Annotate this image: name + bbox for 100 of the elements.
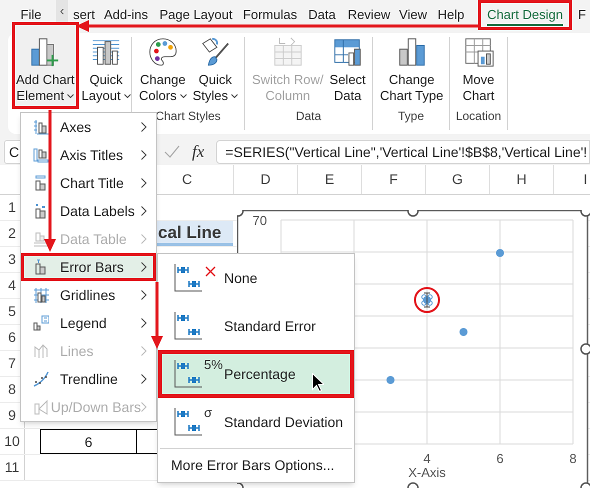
row-header[interactable]: 3 (8, 249, 16, 270)
ribbon-tab[interactable]: Chart Design (478, 0, 572, 30)
row-header[interactable]: 10 (4, 431, 20, 452)
menu-item[interactable]: Gridlines (21, 281, 156, 309)
resize-handle[interactable] (407, 482, 419, 488)
chevron-icon (141, 262, 147, 272)
ribbon-tab[interactable]: F (574, 0, 590, 30)
chevron-icon (141, 122, 147, 132)
row-header[interactable]: 6 (8, 327, 16, 348)
group-label: Type (398, 109, 424, 123)
resize-handle[interactable] (580, 482, 590, 488)
chevron-icon (141, 318, 147, 328)
table-arrows-icon (272, 36, 304, 68)
error-bars-icon (174, 264, 202, 292)
palette-icon (146, 36, 179, 68)
ribbon-button[interactable]: Move Chart (460, 33, 498, 107)
axis-title: X-Axis (408, 465, 446, 480)
ribbon-button[interactable]: Quick Styles (190, 33, 241, 107)
function-button[interactable]: fx (192, 139, 204, 165)
chart-icon (33, 399, 49, 415)
axis-tick-label: 4 (423, 451, 431, 466)
chart-icon (33, 147, 49, 163)
column-header[interactable]: C (182, 169, 192, 190)
group-label: Data (296, 109, 322, 123)
axis-tick-label: 70 (252, 213, 267, 228)
check-icon[interactable] (164, 145, 180, 159)
chart-icon (33, 119, 49, 135)
resize-handle[interactable] (580, 210, 590, 217)
selection-handles[interactable] (421, 292, 433, 308)
formula-field[interactable]: =SERIES("Vertical Line",'Vertical Line'!$B$8,'Vertical Line'! (216, 140, 590, 164)
group-label: Location (456, 109, 502, 123)
row-header[interactable]: 8 (8, 379, 16, 400)
axis-tick-label: 8 (569, 451, 577, 466)
chevron-icon (141, 402, 147, 412)
ribbon-button[interactable]: Change Chart Type (377, 33, 446, 107)
menu-item[interactable]: None (158, 254, 354, 302)
trendline-icon (33, 371, 49, 387)
caret-icon (124, 94, 131, 100)
chevron-icon (141, 374, 147, 384)
error-bars-icon (174, 360, 202, 388)
menu-item[interactable]: Axis Titles (21, 141, 156, 169)
ribbon-button[interactable]: Select Data (326, 33, 369, 107)
chart-icon (33, 287, 49, 303)
chevron-icon (141, 290, 147, 300)
row-header[interactable]: 5 (8, 301, 16, 322)
menu-item[interactable]: Trendline (21, 365, 156, 393)
chevron-icon (141, 150, 147, 160)
menu-item[interactable]: Axes (21, 113, 156, 141)
menu-item[interactable]: Error Bars (21, 253, 156, 281)
ribbon-tab[interactable]: Formulas (240, 0, 300, 30)
menu-item[interactable]: Data Labels (21, 197, 156, 225)
tab-scroll-button[interactable]: ‹ (56, 0, 68, 22)
table-cell: 6 (40, 429, 137, 454)
menu-item[interactable]: Standard Error (158, 302, 354, 350)
ribbon-tab[interactable]: Page Layout (152, 0, 240, 30)
row-header[interactable]: 2 (8, 223, 16, 244)
row-header[interactable]: 11 (4, 457, 20, 478)
ribbon-button[interactable]: Change Colors (136, 33, 190, 107)
resize-handle[interactable] (237, 210, 244, 217)
column-header[interactable]: I (584, 169, 588, 190)
ribbon-tab[interactable]: Help (432, 0, 470, 30)
axis-tick-label: 6 (496, 451, 504, 466)
ribbon-button[interactable]: Quick Layout (78, 33, 134, 107)
ribbon-button[interactable]: Add Chart Element (12, 22, 79, 109)
menu-item[interactable]: Chart Title (21, 169, 156, 197)
caret-icon (180, 94, 187, 100)
row-header[interactable]: 7 (8, 353, 16, 374)
row-header[interactable]: 1 (8, 197, 16, 218)
caret-icon (230, 94, 238, 100)
ribbon-tab[interactable]: Review (344, 0, 394, 30)
menu-item[interactable]: 5%Percentage (158, 350, 354, 398)
column-header[interactable]: E (324, 169, 334, 190)
resize-handle[interactable] (237, 482, 244, 488)
column-header[interactable]: D (260, 169, 271, 190)
chevron-icon (141, 346, 147, 356)
caret-icon (67, 94, 74, 100)
data-point[interactable] (423, 296, 431, 304)
menu-item[interactable]: More Error Bars Options... (171, 455, 354, 476)
error-bars-icon (174, 312, 202, 340)
row-header[interactable]: 9 (8, 405, 16, 426)
ribbon-tab[interactable]: Add-ins (100, 0, 152, 30)
column-header[interactable]: F (389, 169, 398, 190)
menu-item[interactable]: σ Standard Deviation (158, 398, 354, 446)
ribbon-tab[interactable]: View (394, 0, 432, 30)
icon-label: 5% (204, 357, 223, 373)
chevron-icon (141, 206, 147, 216)
row-header[interactable]: 4 (8, 275, 16, 296)
menu-item[interactable]: Legend (21, 309, 156, 337)
error-bars-icon (174, 408, 202, 436)
column-header[interactable]: H (516, 169, 527, 190)
lines-icon (33, 343, 49, 359)
icon-label: σ (204, 405, 212, 421)
ribbon-tab[interactable]: Data (300, 0, 344, 30)
column-header[interactable]: G (452, 169, 463, 190)
highlight-circle (414, 287, 440, 313)
resize-handle[interactable] (407, 210, 419, 217)
chart-icon (33, 315, 49, 331)
chevron-icon (141, 178, 147, 188)
cross-icon (205, 266, 216, 277)
resize-handle[interactable] (580, 343, 590, 355)
